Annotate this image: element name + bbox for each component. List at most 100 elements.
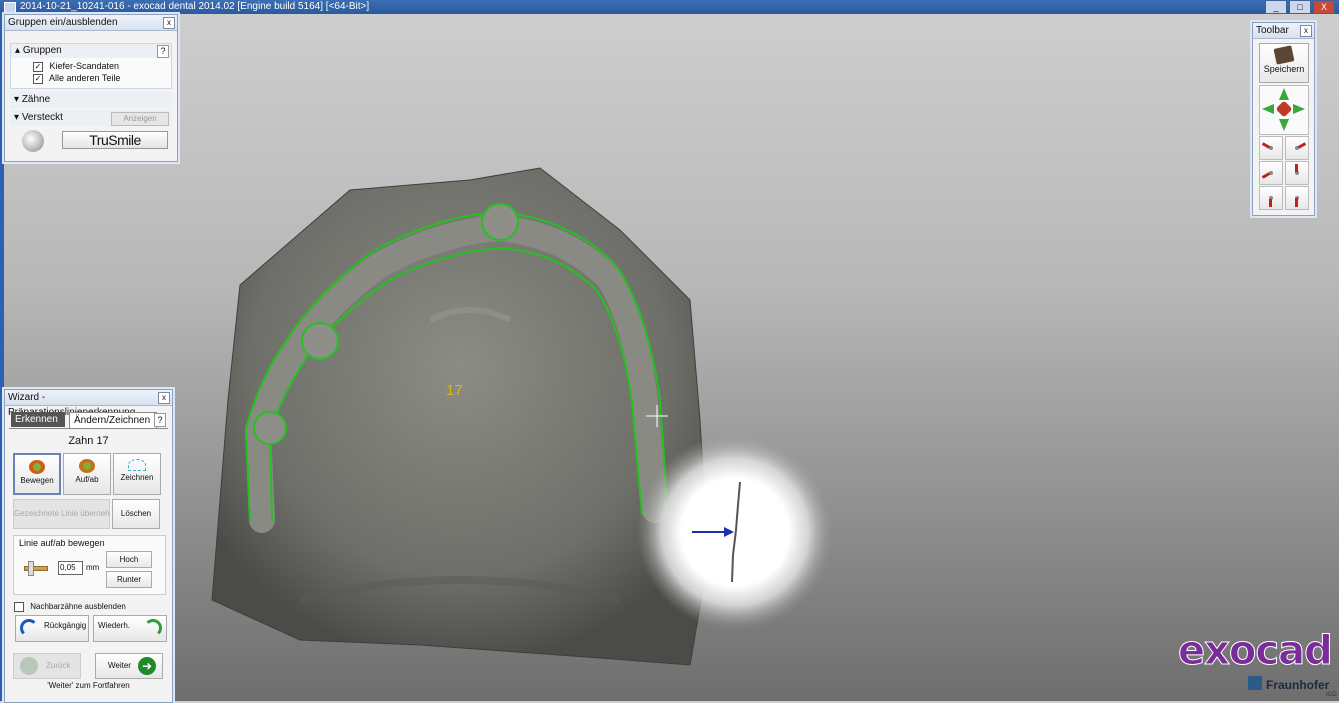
- help-icon[interactable]: ?: [157, 45, 169, 58]
- maximize-button[interactable]: □: [1289, 0, 1311, 14]
- bewegen-label: Bewegen: [20, 476, 54, 485]
- arrow-right-icon[interactable]: [1293, 104, 1305, 114]
- tab-erkennen[interactable]: Erkennen: [11, 412, 65, 427]
- center-view-icon[interactable]: [1275, 100, 1293, 118]
- zeichnen-label: Zeichnen: [120, 473, 154, 482]
- back-button[interactable]: Zurück: [13, 653, 81, 679]
- zahn-title: Zahn 17: [68, 435, 109, 447]
- draw-curve-icon: [128, 459, 146, 471]
- close-window-button[interactable]: X: [1313, 0, 1335, 14]
- back-label: Zurück: [46, 661, 71, 670]
- delete-button[interactable]: Löschen: [112, 499, 160, 529]
- line-actions: Gezeichnete Linie übernehmen Löschen: [13, 499, 166, 531]
- save-book-icon: [1273, 45, 1295, 65]
- view-orientation-buttons: [1259, 136, 1309, 212]
- 3d-viewport[interactable]: 17: [0, 14, 1339, 701]
- wizard-panel: Wizard - Präparationslinienerkennung x E…: [4, 389, 173, 703]
- arrow-left-icon[interactable]: [1262, 104, 1274, 114]
- undo-arrow-icon: [20, 619, 38, 637]
- fraunhofer-icon: [1248, 676, 1262, 690]
- unit-label: mm: [86, 563, 100, 572]
- hide-neighbors-option[interactable]: Nachbarzähne ausblenden: [14, 601, 172, 613]
- hide-neighbors-label: Nachbarzähne ausblenden: [30, 602, 126, 611]
- auf-ab-button[interactable]: Auf/ab: [63, 453, 111, 495]
- exocad-logo: exocad Fraunhofer IGD: [1178, 628, 1338, 700]
- back-arrow-icon: [20, 657, 38, 675]
- bewegen-button[interactable]: Bewegen: [13, 453, 61, 495]
- toolbar-panel-title: Toolbar: [1256, 25, 1289, 36]
- line-adjust-box: Linie auf/ab bewegen 0,05 mm Hoch Runter: [13, 535, 166, 595]
- abutment-front: [481, 203, 519, 241]
- group-item-kiefer-scandaten[interactable]: ✓ Kiefer-Scandaten: [33, 60, 171, 72]
- abutment-left-upper: [301, 322, 339, 360]
- versteckt-section-header[interactable]: ▾ Versteckt Anzeigen: [10, 110, 172, 126]
- auf-ab-label: Auf/ab: [75, 475, 99, 484]
- help-icon[interactable]: ?: [154, 413, 166, 427]
- window-title-bar: 2014-10-21_10241-016 - exocad dental 201…: [0, 0, 1339, 14]
- tooth-number-label: 17: [446, 382, 463, 399]
- groups-panel-title: Gruppen ein/ausblenden: [8, 17, 118, 28]
- wizard-panel-titlebar[interactable]: Wizard - Präparationslinienerkennung x: [5, 390, 172, 418]
- hide-neighbors-checkbox[interactable]: [14, 601, 24, 612]
- move-icon: [29, 460, 45, 474]
- undo-button[interactable]: Rückgängig: [15, 615, 89, 642]
- toolbar-panel-titlebar[interactable]: Toolbar x: [1253, 23, 1314, 39]
- view-button-5[interactable]: [1259, 186, 1283, 210]
- arrow-down-icon[interactable]: [1279, 119, 1289, 131]
- zaehne-label: Zähne: [21, 94, 51, 105]
- next-button[interactable]: Weiter ➜: [95, 653, 163, 679]
- minimize-button[interactable]: _: [1265, 0, 1287, 14]
- save-button[interactable]: Speichern: [1259, 43, 1309, 83]
- groups-panel-titlebar[interactable]: Gruppen ein/ausblenden x: [5, 15, 177, 31]
- offset-slider-thumb[interactable]: [28, 561, 34, 576]
- wizard-panel-close-button[interactable]: x: [158, 392, 170, 404]
- groups-panel-close-button[interactable]: x: [163, 17, 175, 29]
- tooth-model-icon: [22, 130, 44, 152]
- hoch-button[interactable]: Hoch: [106, 551, 152, 568]
- brand-text: exocad: [1178, 628, 1334, 675]
- collapse-up-icon: ▴: [15, 45, 21, 56]
- groups-panel: Gruppen ein/ausblenden x ▴ Gruppen ? ✓ K…: [4, 14, 178, 162]
- arrow-up-icon[interactable]: [1279, 88, 1289, 100]
- gruppen-section: ▴ Gruppen ? ✓ Kiefer-Scandaten ✓ Alle an…: [10, 43, 172, 89]
- zeichnen-button[interactable]: Zeichnen: [113, 453, 161, 495]
- checkbox-alle-anderen-teile[interactable]: ✓: [33, 73, 43, 84]
- abutment-left-lower: [253, 411, 287, 445]
- view-button-1[interactable]: [1259, 136, 1283, 160]
- tool-buttons: Bewegen Auf/ab Zeichnen: [13, 453, 166, 497]
- gruppen-label: Gruppen: [22, 45, 62, 56]
- runter-button[interactable]: Runter: [106, 571, 152, 588]
- group-item-label: Kiefer-Scandaten: [49, 61, 120, 71]
- view-button-3[interactable]: [1259, 161, 1283, 185]
- undo-label: Rückgängig: [44, 621, 87, 630]
- redo-button[interactable]: Wiederh.: [93, 615, 167, 642]
- view-button-6[interactable]: [1285, 186, 1309, 210]
- zaehne-section-header[interactable]: ▾ Zähne: [10, 92, 172, 108]
- pan-arrows: [1259, 85, 1309, 135]
- window-title: 2014-10-21_10241-016 - exocad dental 201…: [20, 1, 370, 12]
- up-down-icon: [79, 459, 95, 473]
- gruppen-list: ✓ Kiefer-Scandaten ✓ Alle anderen Teile: [11, 58, 171, 88]
- group-item-label: Alle anderen Teile: [49, 73, 121, 83]
- next-arrow-icon: ➜: [138, 657, 156, 675]
- checkbox-kiefer-scandaten[interactable]: ✓: [33, 61, 43, 72]
- partner-sub-text: IGD: [1326, 692, 1337, 698]
- trusmile-row: TruSmile: [10, 128, 172, 154]
- jaw-scan-render[interactable]: [0, 14, 1339, 701]
- view-button-2[interactable]: [1285, 136, 1309, 160]
- toolbar-panel: Toolbar x Speichern: [1252, 22, 1315, 216]
- offset-value-field[interactable]: 0,05: [58, 561, 83, 575]
- window-controls: _ □ X: [1265, 0, 1335, 14]
- tab-aendern-zeichnen[interactable]: Ändern/Zeichnen: [69, 412, 157, 428]
- wizard-tabs: Erkennen Ändern/Zeichnen ?: [9, 412, 168, 429]
- group-item-alle-anderen-teile[interactable]: ✓ Alle anderen Teile: [33, 72, 171, 84]
- view-button-4[interactable]: [1285, 161, 1309, 185]
- next-label: Weiter: [108, 661, 131, 670]
- anzeigen-button[interactable]: Anzeigen: [111, 112, 169, 126]
- gruppen-header[interactable]: ▴ Gruppen ?: [11, 44, 171, 58]
- trusmile-button[interactable]: TruSmile: [62, 131, 168, 149]
- toolbar-panel-close-button[interactable]: x: [1300, 25, 1312, 37]
- undo-redo-row: Rückgängig Wiederh.: [13, 615, 167, 645]
- wizard-navigation: Zurück Weiter ➜: [13, 653, 166, 681]
- apply-drawn-line-button[interactable]: Gezeichnete Linie übernehmen: [13, 499, 110, 529]
